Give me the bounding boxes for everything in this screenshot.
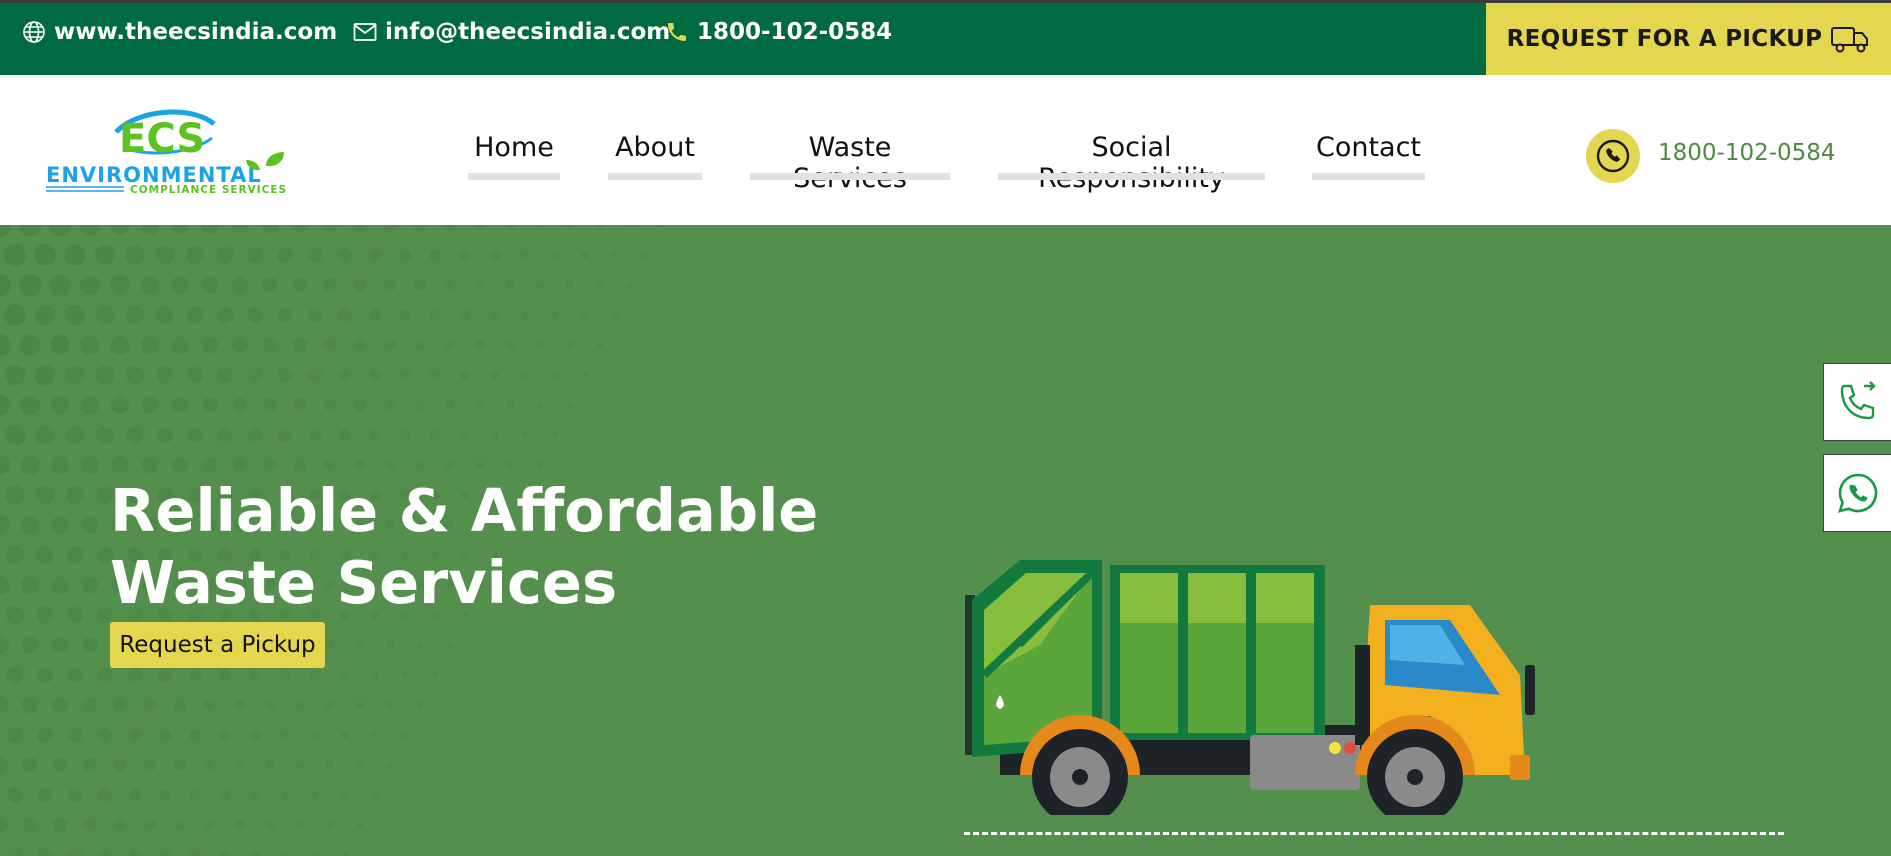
phone-text: 1800-102-0584 <box>697 19 893 45</box>
phone-call-icon <box>1840 381 1876 420</box>
ecs-logo[interactable]: ECS ENVIRONMENTAL COMPLIANCE SERVICES <box>44 100 289 200</box>
request-pickup-top-button[interactable]: REQUEST FOR A PICKUP <box>1486 3 1891 75</box>
email-link[interactable]: info@theecsindia.com <box>353 19 670 45</box>
mail-icon <box>353 23 377 41</box>
nav-underline <box>998 173 1265 180</box>
truck-icon <box>1831 27 1869 53</box>
nav-home-label: Home <box>474 132 554 163</box>
garbage-truck-illustration: ♻ <box>965 560 1535 815</box>
nav-social-responsibility[interactable]: Social Responsibility <box>998 132 1265 194</box>
header-phone-icon-circle[interactable] <box>1586 129 1640 183</box>
header-phone-number[interactable]: 1800-102-0584 <box>1658 140 1836 166</box>
hero-title: Reliable & Affordable Waste Services <box>110 476 819 617</box>
nav-underline <box>468 173 560 180</box>
nav-about-label: About <box>615 132 695 163</box>
website-link[interactable]: www.theecsindia.com <box>22 19 337 45</box>
phone-icon <box>668 23 686 41</box>
phone-icon <box>1596 139 1630 173</box>
hero-section: Reliable & Affordable Waste Services Req… <box>0 225 1891 856</box>
nav-home[interactable]: Home <box>468 132 560 180</box>
whatsapp-icon <box>1837 473 1877 513</box>
nav-underline <box>608 173 702 180</box>
request-pickup-top-label: REQUEST FOR A PICKUP <box>1506 26 1823 52</box>
phone-link[interactable]: 1800-102-0584 <box>665 19 892 45</box>
svg-text:COMPLIANCE SERVICES: COMPLIANCE SERVICES <box>130 184 287 196</box>
globe-icon <box>23 21 45 43</box>
nav-contact[interactable]: Contact <box>1312 132 1425 180</box>
whatsapp-float-button[interactable] <box>1823 454 1891 532</box>
top-bar: www.theecsindia.com info@theecsindia.com… <box>0 0 1891 75</box>
nav-waste-services[interactable]: Waste Services <box>750 132 950 194</box>
road-line <box>964 832 1784 835</box>
nav-about[interactable]: About <box>608 132 702 180</box>
website-text: www.theecsindia.com <box>54 19 338 45</box>
nav-waste-services-label: Waste Services <box>793 132 907 194</box>
email-text: info@theecsindia.com <box>385 19 671 45</box>
request-pickup-button[interactable]: Request a Pickup <box>110 622 325 668</box>
nav-underline <box>750 173 950 180</box>
nav-contact-label: Contact <box>1315 132 1422 163</box>
nav-underline <box>1312 173 1425 180</box>
call-float-button[interactable] <box>1823 363 1891 441</box>
nav-social-responsibility-label: Social Responsibility <box>1038 132 1225 194</box>
svg-text:ECS: ECS <box>119 116 205 162</box>
